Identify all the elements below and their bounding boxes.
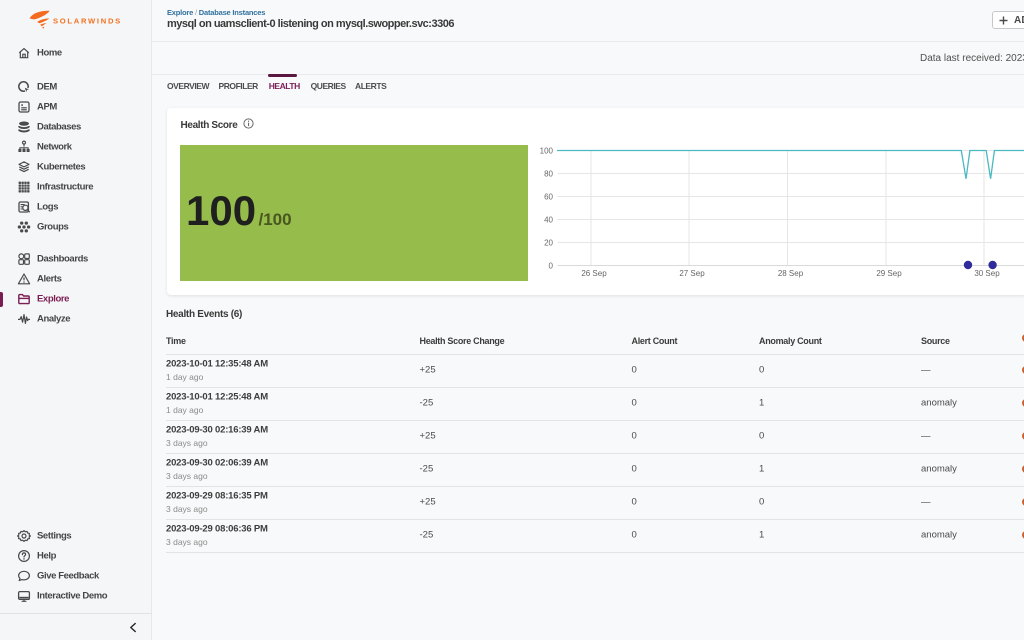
svg-text:30 Sep: 30 Sep bbox=[974, 269, 1000, 278]
svg-text:26 Sep: 26 Sep bbox=[581, 269, 607, 278]
svg-text:29 Sep: 29 Sep bbox=[876, 269, 902, 278]
svg-text:60: 60 bbox=[544, 193, 553, 202]
svg-text:100: 100 bbox=[540, 147, 554, 156]
svg-text:40: 40 bbox=[544, 216, 553, 225]
svg-text:0: 0 bbox=[549, 262, 554, 271]
svg-text:80: 80 bbox=[544, 170, 553, 179]
svg-text:SOLARWINDS: SOLARWINDS bbox=[53, 16, 122, 25]
svg-text:28 Sep: 28 Sep bbox=[778, 269, 804, 278]
svg-text:20: 20 bbox=[544, 239, 553, 248]
svg-text:27 Sep: 27 Sep bbox=[679, 269, 705, 278]
